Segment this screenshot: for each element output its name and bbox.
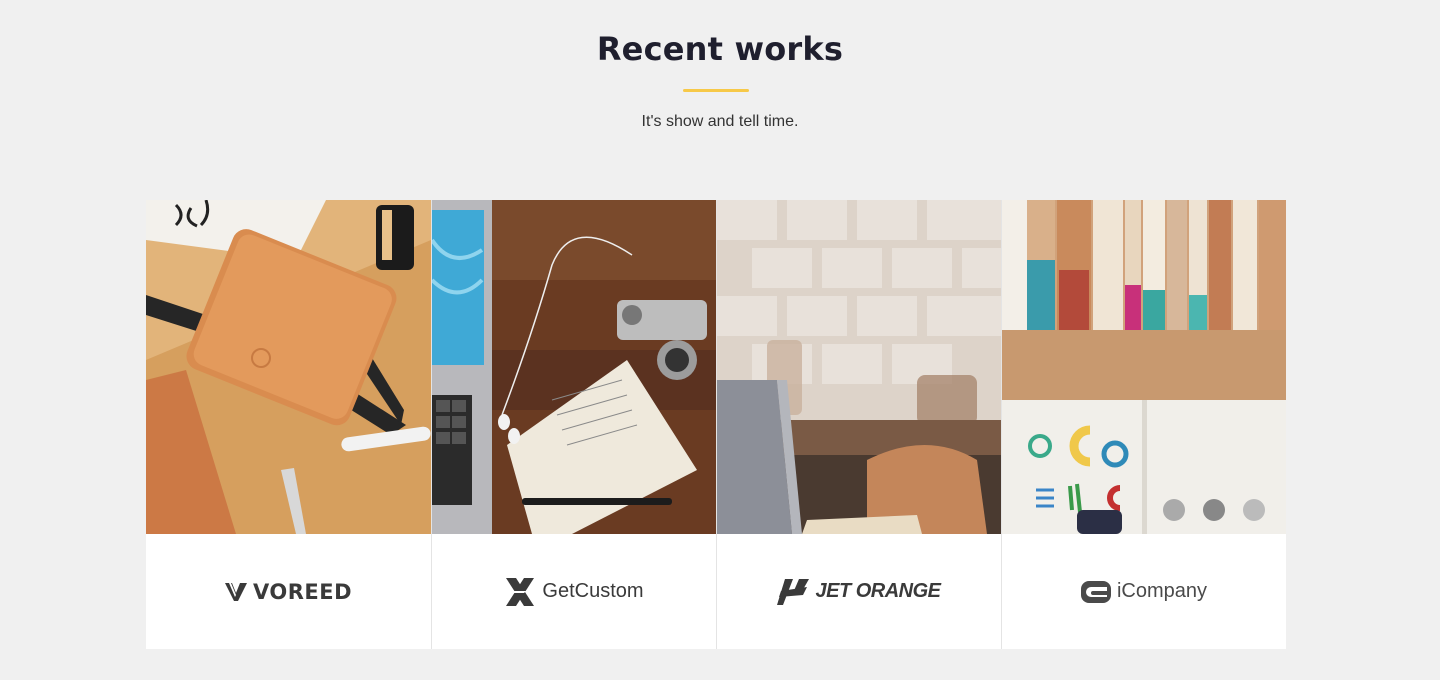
voreed-logo[interactable]: VOREED [224,579,353,604]
section-title: Recent works [596,30,844,68]
blurred-cafe-photo[interactable] [717,200,1001,534]
logo-text: iCompany [1116,580,1208,602]
bookshelf-logos-photo[interactable] [1002,200,1286,534]
notebook-on-desk-photo[interactable] [146,200,431,534]
work-card-icompany[interactable]: iCompany [1001,200,1286,649]
works-grid: VOREED GetCustom JET ORANGE iCompany [146,200,1286,649]
logo-area: iCompany [1002,534,1286,649]
icompany-logo[interactable]: iCompany [1080,580,1208,603]
work-card-voreed[interactable]: VOREED [146,200,431,649]
logo-text: GetCustom [542,580,644,602]
logo-area: VOREED [146,534,431,649]
logo-text: VOREED [252,579,353,604]
icompany-clip-icon [1080,580,1111,603]
laptop-notebook-camera-photo[interactable] [432,200,716,534]
jetorange-wing-icon [777,578,810,605]
logo-text: JET ORANGE [815,580,941,602]
work-card-jetorange[interactable]: JET ORANGE [716,200,1001,649]
voreed-v-icon [224,582,247,601]
getcustom-x-icon [506,577,535,606]
title-underline [683,89,749,92]
section-subtitle: It's show and tell time. [641,113,799,130]
logo-area: JET ORANGE [717,534,1001,649]
jetorange-logo[interactable]: JET ORANGE [777,578,941,605]
work-card-getcustom[interactable]: GetCustom [431,200,716,649]
getcustom-logo[interactable]: GetCustom [504,577,644,606]
logo-area: GetCustom [432,534,716,649]
